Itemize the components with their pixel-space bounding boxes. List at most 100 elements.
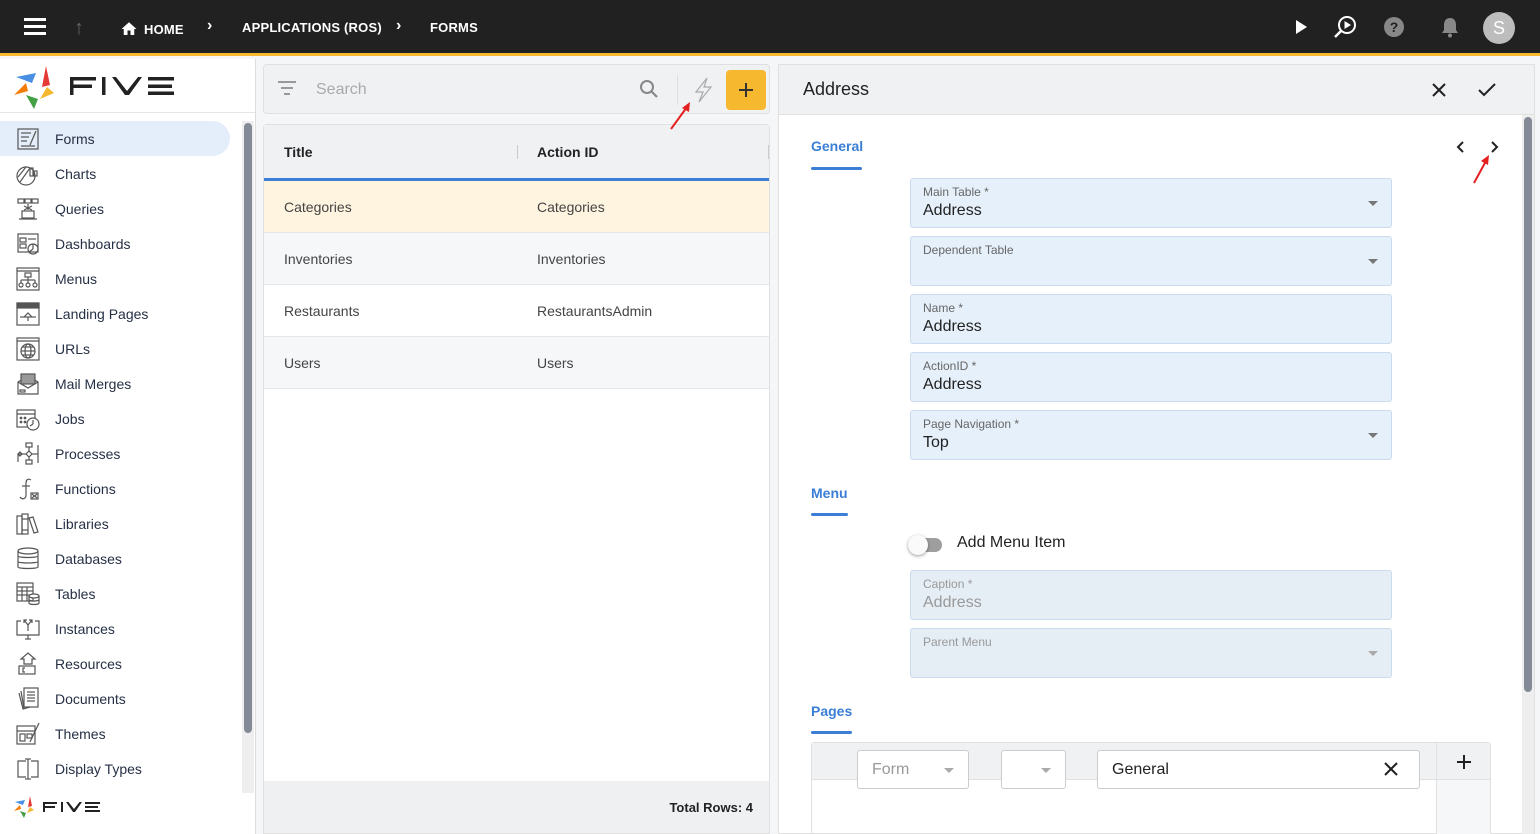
- sidebar-item-charts[interactable]: Charts: [0, 156, 242, 191]
- urls-icon: [16, 336, 40, 361]
- sidebar-item-label: Documents: [55, 690, 126, 707]
- sidebar-item-forms[interactable]: Forms: [0, 121, 230, 156]
- sidebar-item-label: Databases: [55, 550, 122, 567]
- sidebar-item-documents[interactable]: Documents: [0, 681, 242, 716]
- search-play-icon[interactable]: [1330, 12, 1360, 42]
- run-icon[interactable]: [1286, 12, 1316, 42]
- pages-actions-column: [1436, 780, 1490, 834]
- chevron-right-icon: ›: [396, 17, 402, 34]
- sidebar-item-queries[interactable]: Queries: [0, 191, 242, 226]
- cancel-button[interactable]: [1427, 78, 1451, 102]
- chevron-right-icon: [1491, 141, 1499, 153]
- add-record-button[interactable]: [726, 70, 766, 110]
- sidebar-item-label: Display Types: [55, 760, 142, 777]
- name-field[interactable]: Name * Address: [910, 294, 1392, 344]
- action-id-field[interactable]: ActionID * Address: [910, 352, 1392, 402]
- column-separator[interactable]: [517, 145, 518, 159]
- help-icon[interactable]: ?: [1379, 12, 1409, 42]
- libraries-icon: [16, 512, 40, 536]
- sidebar-item-label: Resources: [55, 655, 122, 672]
- search-input[interactable]: [316, 77, 636, 103]
- column-separator[interactable]: [768, 145, 769, 159]
- caption-field: Caption * Address: [910, 570, 1392, 620]
- parent-menu-select: Parent Menu: [910, 628, 1392, 678]
- display-types-icon: [16, 757, 40, 781]
- sidebar-item-landing-pages[interactable]: Landing Pages: [0, 296, 242, 331]
- up-arrow-icon[interactable]: ↑: [74, 17, 84, 40]
- jobs-icon: [16, 407, 40, 431]
- section-title-menu: Menu: [811, 485, 848, 501]
- field-value: Address: [923, 594, 982, 611]
- table-row[interactable]: Inventories Inventories: [264, 233, 769, 285]
- select-value: Form: [872, 761, 910, 778]
- sidebar-item-tables[interactable]: Tables: [0, 576, 242, 611]
- check-icon: [1478, 83, 1496, 97]
- landing-pages-icon: [16, 301, 40, 326]
- caret-down-icon: [944, 768, 954, 773]
- dependent-table-select[interactable]: Dependent Table: [910, 236, 1392, 286]
- page-type-select[interactable]: Form: [857, 750, 969, 789]
- page-navigation-select[interactable]: Page Navigation * Top: [910, 410, 1392, 460]
- sidebar-item-databases[interactable]: Databases: [0, 541, 242, 576]
- table-row[interactable]: Categories Categories: [264, 181, 769, 233]
- mail-merges-icon: [16, 372, 40, 396]
- page-caption-input[interactable]: General: [1097, 750, 1420, 789]
- field-value: Address: [923, 318, 982, 335]
- sidebar-item-mail-merges[interactable]: Mail Merges: [0, 366, 242, 401]
- cell-title: Users: [284, 355, 321, 371]
- charts-icon: [16, 162, 40, 186]
- sidebar-scrollbar[interactable]: [242, 121, 254, 793]
- add-menu-item-toggle[interactable]: [908, 535, 946, 555]
- breadcrumb-applications[interactable]: APPLICATIONS (ROS): [242, 20, 382, 35]
- sidebar-item-instances[interactable]: Instances: [0, 611, 242, 646]
- sidebar-item-functions[interactable]: Functions: [0, 471, 242, 506]
- notifications-bell-icon[interactable]: [1435, 12, 1465, 42]
- filter-icon[interactable]: [278, 81, 296, 99]
- cell-action-id: Users: [537, 355, 574, 371]
- sidebar-item-resources[interactable]: Resources: [0, 646, 242, 681]
- sidebar-item-menus[interactable]: Menus: [0, 261, 242, 296]
- forms-icon: [16, 127, 40, 151]
- main-table-select[interactable]: Main Table * Address: [910, 178, 1392, 228]
- sidebar-item-urls[interactable]: URLs: [0, 331, 242, 366]
- sidebar-item-themes[interactable]: Themes: [0, 716, 242, 751]
- form-scrollbar[interactable]: [1522, 115, 1534, 834]
- sidebar-scrollbar-thumb[interactable]: [244, 123, 252, 733]
- sidebar-item-libraries[interactable]: Libraries: [0, 506, 242, 541]
- search-icon[interactable]: [639, 79, 659, 104]
- form-title: Address: [803, 79, 870, 99]
- caret-down-icon: [1368, 259, 1378, 264]
- column-header-action-id[interactable]: Action ID: [537, 144, 598, 160]
- sidebar-item-label: Processes: [55, 445, 121, 462]
- table-row[interactable]: Users Users: [264, 337, 769, 389]
- field-label: Main Table *: [923, 185, 989, 199]
- breadcrumb-forms[interactable]: FORMS: [430, 20, 478, 35]
- hamburger-menu-icon[interactable]: [24, 18, 46, 36]
- field-value: Top: [923, 434, 949, 451]
- breadcrumb-label: FORMS: [430, 20, 478, 35]
- clear-icon[interactable]: [1383, 761, 1399, 782]
- column-header-title[interactable]: Title: [284, 144, 313, 160]
- next-page-button[interactable]: [1486, 139, 1502, 155]
- sidebar-item-display-types[interactable]: Display Types: [0, 751, 242, 786]
- search-bar: [263, 64, 770, 114]
- cell-action-id: Inventories: [537, 251, 606, 267]
- table-row[interactable]: Restaurants RestaurantsAdmin: [264, 285, 769, 337]
- breadcrumb-label: HOME: [144, 21, 184, 37]
- sidebar-item-dashboards[interactable]: Dashboards: [0, 226, 242, 261]
- sidebar-item-processes[interactable]: Processes: [0, 436, 242, 471]
- breadcrumb-home[interactable]: HOME: [120, 20, 184, 38]
- caret-down-icon: [1368, 433, 1378, 438]
- page-action-select[interactable]: [1001, 750, 1066, 789]
- add-page-button[interactable]: [1436, 743, 1490, 780]
- cell-title: Inventories: [284, 251, 353, 267]
- form-scrollbar-thumb[interactable]: [1524, 117, 1532, 692]
- sidebar-item-jobs[interactable]: Jobs: [0, 401, 242, 436]
- add-menu-item-label: Add Menu Item: [957, 534, 1066, 551]
- lightning-bolt-icon[interactable]: [692, 77, 714, 108]
- cell-action-id: Categories: [537, 199, 605, 215]
- user-avatar[interactable]: S: [1483, 12, 1515, 44]
- previous-page-button[interactable]: [1453, 139, 1469, 155]
- breadcrumb-label: APPLICATIONS (ROS): [242, 20, 382, 35]
- save-button[interactable]: [1475, 78, 1499, 102]
